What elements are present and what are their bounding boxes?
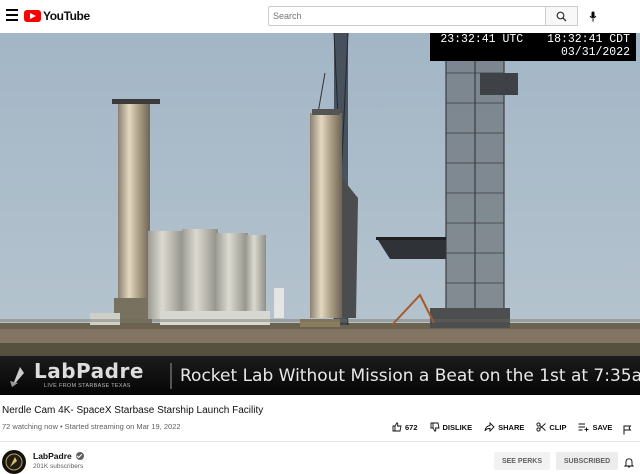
share-button[interactable]: SHARE xyxy=(484,422,524,432)
timestamp-date: 03/31/2022 xyxy=(560,46,630,59)
top-bar: YouTube xyxy=(0,0,640,33)
video-title: Nerdle Cam 4K- SpaceX Starbase Starship … xyxy=(2,405,264,416)
like-count: 672 xyxy=(405,422,418,432)
youtube-logo[interactable]: YouTube xyxy=(24,9,90,23)
search-button[interactable] xyxy=(546,6,578,26)
brand-name: LabPadre xyxy=(34,359,144,383)
voice-search-button[interactable] xyxy=(584,7,602,25)
mic-icon xyxy=(589,11,597,21)
channel-avatar[interactable] xyxy=(2,450,26,474)
youtube-logo-icon xyxy=(24,10,41,22)
like-button[interactable]: 672 xyxy=(392,422,418,432)
clip-icon xyxy=(536,422,547,432)
video-frame xyxy=(0,33,640,395)
action-bar: 672 DISLIKE SHARE CLIP SAVE xyxy=(392,422,624,432)
share-label: SHARE xyxy=(498,422,525,432)
bell-icon xyxy=(623,458,635,468)
clip-label: CLIP xyxy=(549,422,567,432)
channel-name[interactable]: LabPadre xyxy=(33,451,84,461)
rocket-icon xyxy=(10,367,24,387)
dislike-button[interactable]: DISLIKE xyxy=(430,422,473,432)
search-icon xyxy=(556,11,567,21)
logo-text: YouTube xyxy=(43,9,90,23)
menu-icon[interactable] xyxy=(6,9,18,23)
clip-button[interactable]: CLIP xyxy=(536,422,566,432)
flag-icon xyxy=(623,425,632,435)
timestamp-overlay: 23:32:41 UTC 18:32:41 CDT 03/31/2022 xyxy=(430,33,636,61)
save-icon xyxy=(578,423,589,432)
news-ticker: Rocket Lab Without Mission a Beat on the… xyxy=(170,363,640,389)
verified-icon xyxy=(75,452,84,460)
share-icon xyxy=(484,422,495,432)
video-player[interactable]: 23:32:41 UTC 18:32:41 CDT 03/31/2022 Lab… xyxy=(0,33,640,395)
divider xyxy=(0,441,640,442)
brand-tagline: LIVE FROM STARBASE TEXAS xyxy=(44,383,131,389)
see-perks-button[interactable]: SEE PERKS xyxy=(494,452,550,470)
video-meta: 72 watching now • Started streaming on M… xyxy=(2,422,181,431)
save-button[interactable]: SAVE xyxy=(578,422,612,432)
dislike-icon xyxy=(430,422,440,432)
channel-logo-icon xyxy=(5,453,23,471)
subscribed-button[interactable]: SUBSCRIBED xyxy=(556,452,618,470)
labpadre-logo: LabPadre LIVE FROM STARBASE TEXAS xyxy=(8,359,168,393)
dislike-label: DISLIKE xyxy=(442,422,473,432)
search-input[interactable] xyxy=(268,6,546,26)
timestamp-local: 18:32:41 CDT xyxy=(547,33,630,46)
save-label: SAVE xyxy=(592,422,613,432)
like-icon xyxy=(392,422,402,432)
notification-bell-button[interactable] xyxy=(623,455,635,473)
subscriber-count: 201K subscribers xyxy=(33,463,84,470)
lower-third-banner: LabPadre LIVE FROM STARBASE TEXAS Rocket… xyxy=(0,356,640,395)
timestamp-utc: 23:32:41 UTC xyxy=(440,33,524,46)
report-button[interactable] xyxy=(623,422,632,440)
channel-name-text: LabPadre xyxy=(33,451,72,461)
